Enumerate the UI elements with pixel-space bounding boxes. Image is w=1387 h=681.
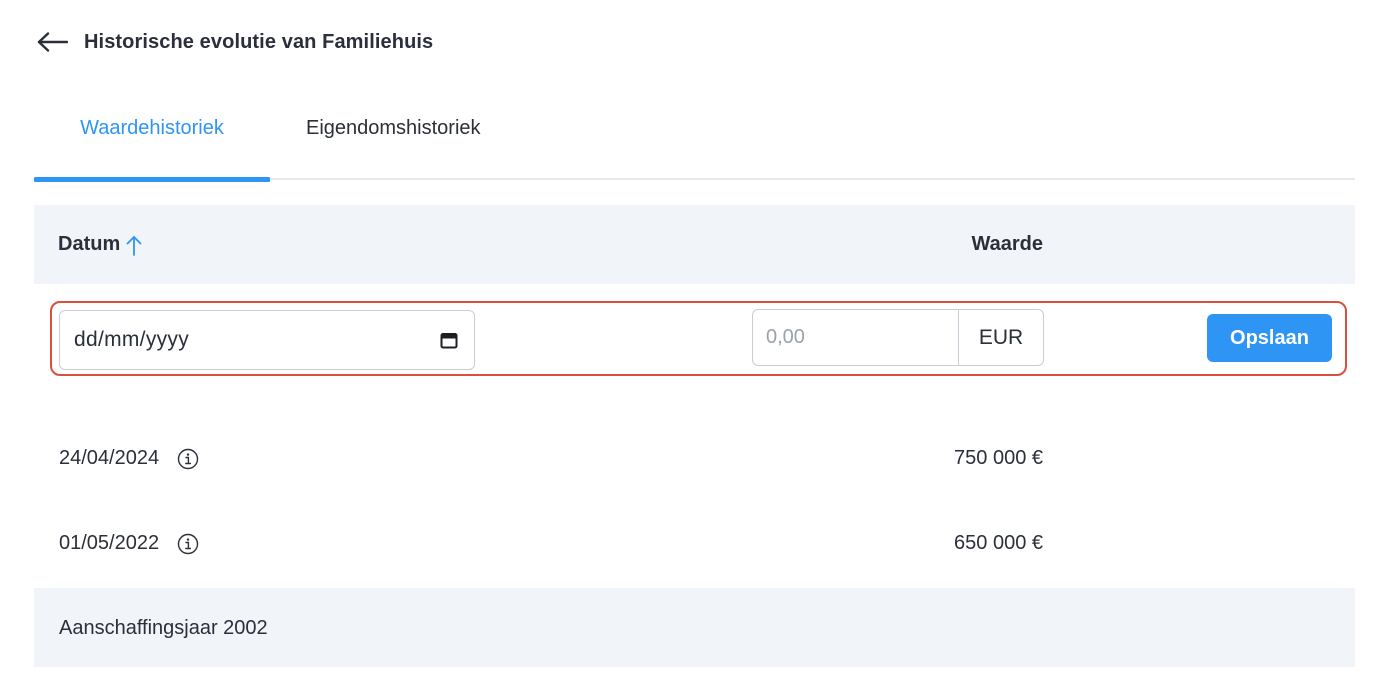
calendar-icon[interactable] [440,331,458,349]
page-header: Historische evolutie van Familiehuis [36,22,433,62]
back-button[interactable] [36,25,70,59]
row-date: 01/05/2022 [59,532,199,555]
tab-ownership-history[interactable]: Eigendomshistoriek [270,96,481,180]
tab-value-history[interactable]: Waardehistoriek [34,96,270,182]
table-row: 01/05/2022 650 000 € [34,524,1355,564]
acquisition-year-label: Aanschaffingsjaar 2002 [59,617,268,639]
currency-selector[interactable]: EUR [958,309,1044,366]
value-input[interactable] [752,309,958,366]
table-row: 24/04/2024 750 000 € [34,439,1355,479]
save-button[interactable]: Opslaan [1207,314,1332,362]
row-date: 24/04/2024 [59,447,199,470]
column-header-date[interactable]: Datum [58,233,142,256]
date-input[interactable]: dd/mm/yyyy [59,310,475,370]
page-title: Historische evolutie van Familiehuis [84,30,434,53]
date-placeholder: dd/mm/yyyy [74,328,190,351]
info-icon[interactable] [177,448,199,470]
row-date-label: 01/05/2022 [59,532,160,554]
arrow-left-icon [37,32,68,52]
row-value: 650 000 € [954,532,1043,554]
info-icon[interactable] [177,533,199,555]
arrow-up-icon [126,234,142,256]
tab-bar: Waardehistoriek Eigendomshistoriek [34,96,1355,182]
column-header-date-label: Datum [58,233,121,255]
table-header: Datum Waarde [34,205,1355,284]
row-value: 750 000 € [954,447,1043,469]
new-entry-row: dd/mm/yyyy EUR Opslaan [50,301,1347,376]
row-date-label: 24/04/2024 [59,447,160,469]
acquisition-year-row: Aanschaffingsjaar 2002 [34,588,1355,667]
column-header-value: Waarde [971,233,1043,255]
